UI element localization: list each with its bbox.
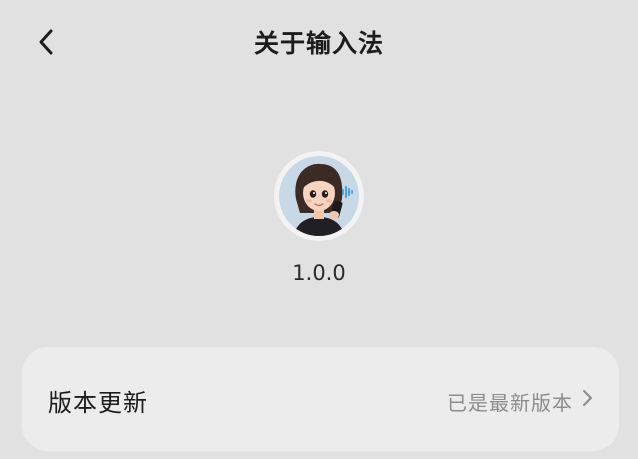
header-bar: 关于输入法	[0, 0, 638, 82]
chevron-right-icon	[583, 390, 592, 406]
version-update-label: 版本更新	[48, 389, 148, 417]
app-avatar	[274, 151, 364, 241]
version-update-row[interactable]: 版本更新 已是最新版本	[22, 347, 619, 451]
avatar-icon	[274, 151, 364, 241]
version-status-text: 已是最新版本	[447, 391, 573, 415]
version-label: 1.0.0	[292, 261, 346, 285]
page-title: 关于输入法	[253, 29, 384, 58]
settings-card: 版本更新 已是最新版本	[22, 347, 619, 451]
